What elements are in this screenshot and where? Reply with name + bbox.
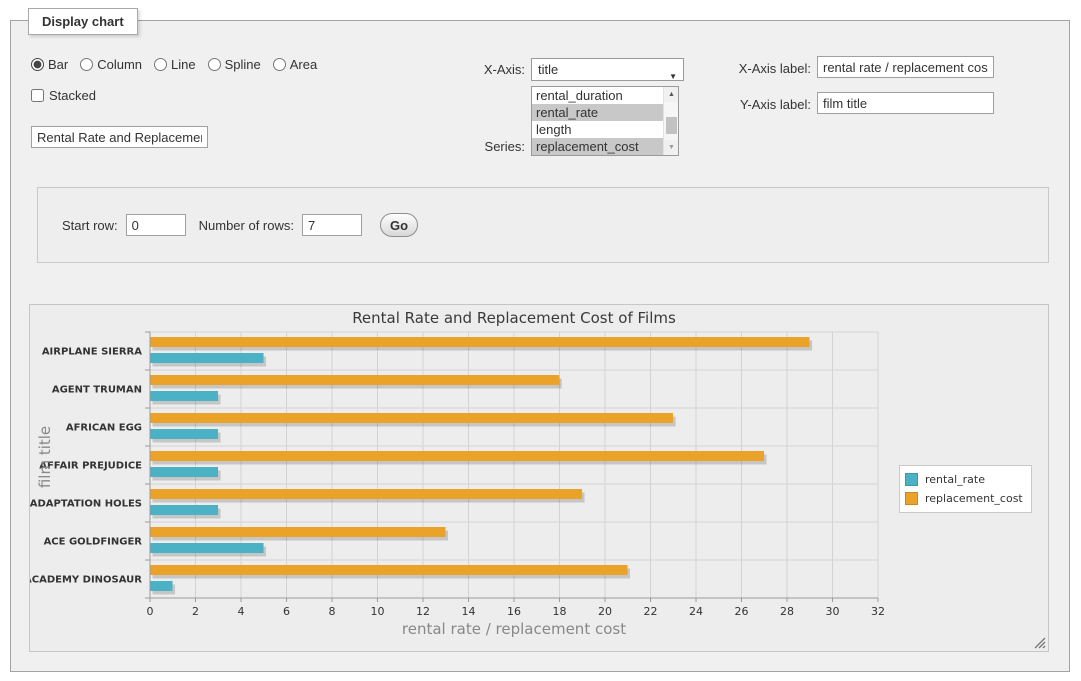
x-axis-select[interactable]: title ▼ <box>531 58 684 81</box>
grid <box>150 332 878 598</box>
legend-label: rental_rate <box>925 473 985 486</box>
svg-text:18: 18 <box>553 605 567 618</box>
bar-chart: AIRPLANE SIERRA AGENT TRUMAN AFRICAN EGG AF… <box>30 305 1050 653</box>
svg-text:AFFAIR PREJUDICE: AFFAIR PREJUDICE <box>39 461 142 472</box>
replacement-cost-swatch-icon <box>905 492 918 505</box>
scroll-down-icon[interactable]: ▼ <box>664 140 679 155</box>
svg-text:8: 8 <box>329 605 336 618</box>
scroll-up-icon[interactable]: ▲ <box>664 87 679 102</box>
start-row-label: Start row: <box>62 218 118 233</box>
stacked-label: Stacked <box>49 88 96 103</box>
svg-text:2: 2 <box>192 605 199 618</box>
chevron-down-icon: ▼ <box>669 66 677 87</box>
scrollbar-thumb[interactable] <box>666 117 677 134</box>
stacked-checkbox-row: Stacked <box>31 88 96 103</box>
bars <box>150 337 812 595</box>
svg-text:6: 6 <box>283 605 290 618</box>
chart-type-radio-line[interactable] <box>154 58 167 71</box>
svg-text:28: 28 <box>780 605 794 618</box>
svg-text:10: 10 <box>371 605 385 618</box>
x-axis-label-input[interactable] <box>817 56 994 78</box>
series-option-rental-duration[interactable]: rental_duration <box>532 87 663 104</box>
chart-type-label-area: Area <box>290 57 317 72</box>
svg-text:AGENT TRUMAN: AGENT TRUMAN <box>52 385 142 396</box>
legend-entry-replacement-cost: replacement_cost <box>905 489 1023 508</box>
svg-text:ACADEMY DINOSAUR: ACADEMY DINOSAUR <box>30 575 142 586</box>
legend-entry-rental-rate: rental_rate <box>905 470 1023 489</box>
series-option-rental-rate[interactable]: rental_rate <box>532 104 663 121</box>
svg-text:AFRICAN EGG: AFRICAN EGG <box>66 423 142 434</box>
chart-type-label-line: Line <box>171 57 196 72</box>
svg-text:12: 12 <box>416 605 430 618</box>
svg-text:14: 14 <box>462 605 476 618</box>
number-of-rows-input[interactable] <box>302 214 362 236</box>
svg-text:22: 22 <box>644 605 658 618</box>
svg-text:AIRPLANE SIERRA: AIRPLANE SIERRA <box>42 347 142 358</box>
go-button[interactable]: Go <box>380 213 418 237</box>
svg-text:30: 30 <box>826 605 840 618</box>
x-axis-selected-value: title <box>538 62 558 77</box>
stacked-checkbox[interactable] <box>31 89 44 102</box>
chart-type-radio-bar[interactable] <box>31 58 44 71</box>
display-chart-panel: Display chart Bar Column Line Spline Are… <box>10 20 1070 672</box>
svg-text:20: 20 <box>598 605 612 618</box>
series-list-label: Series: <box>431 139 525 154</box>
x-axis-select-label: X-Axis: <box>431 62 525 77</box>
svg-text:ACE GOLDFINGER: ACE GOLDFINGER <box>44 537 143 548</box>
chart-title-input[interactable] <box>31 126 208 148</box>
chart-type-label-spline: Spline <box>225 57 261 72</box>
number-of-rows-label: Number of rows: <box>199 218 294 233</box>
start-row-input[interactable] <box>126 214 186 236</box>
y-axis-label-input[interactable] <box>817 92 994 114</box>
chart-x-axis-title: rental rate / replacement cost <box>150 620 878 638</box>
series-option-length[interactable]: length <box>532 121 663 138</box>
chart-type-radio-group: Bar Column Line Spline Area <box>31 57 325 72</box>
chart-legend: rental_rate replacement_cost <box>899 465 1032 513</box>
series-list-scrollbar[interactable]: ▲ ▼ <box>663 87 678 155</box>
series-multiselect[interactable]: rental_duration rental_rate length repla… <box>531 86 679 156</box>
row-range-panel: Start row: Number of rows: Go <box>37 187 1049 263</box>
resize-grip[interactable] <box>1034 637 1046 649</box>
chart-type-radio-column[interactable] <box>80 58 93 71</box>
chart-type-label-column: Column <box>97 57 142 72</box>
axes <box>145 332 878 602</box>
svg-text:0: 0 <box>147 605 154 618</box>
svg-text:26: 26 <box>735 605 749 618</box>
svg-text:16: 16 <box>507 605 521 618</box>
chart-type-label-bar: Bar <box>48 57 68 72</box>
svg-text:24: 24 <box>689 605 703 618</box>
x-axis-label-caption: X-Axis label: <box>691 61 811 76</box>
series-option-replacement-cost[interactable]: replacement_cost <box>532 138 663 155</box>
chart-type-radio-spline[interactable] <box>208 58 221 71</box>
chart-container: Rental Rate and Replacement Cost of Film… <box>29 304 1049 652</box>
rental-rate-swatch-icon <box>905 473 918 486</box>
legend-label: replacement_cost <box>925 492 1023 505</box>
panel-title: Display chart <box>28 8 138 35</box>
y-axis-label-caption: Y-Axis label: <box>691 97 811 112</box>
chart-type-radio-area[interactable] <box>273 58 286 71</box>
svg-text:4: 4 <box>238 605 245 618</box>
svg-text:32: 32 <box>871 605 885 618</box>
x-tick-labels: 02468101214161820222426283032 <box>147 605 886 618</box>
chart-y-axis-title: film title <box>36 357 52 557</box>
